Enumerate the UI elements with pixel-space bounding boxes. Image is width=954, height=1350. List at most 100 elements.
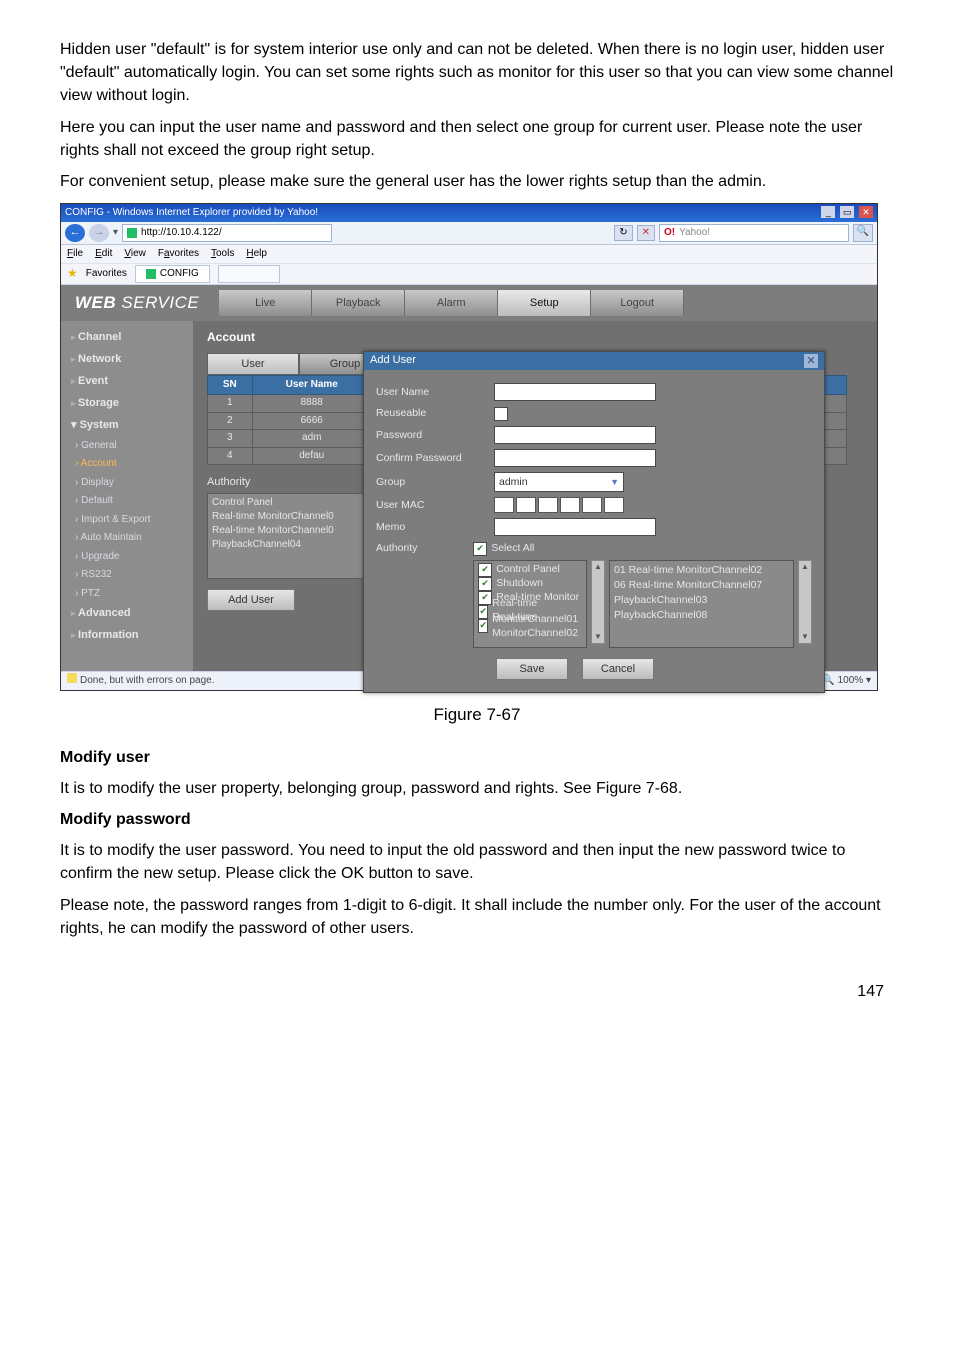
- content-panel: Account User Group SN User Name Group Na…: [193, 321, 877, 671]
- setup-sidebar: Channel Network Event Storage ▾ System ›…: [61, 321, 193, 671]
- menu-file[interactable]: File: [67, 247, 83, 262]
- menu-help[interactable]: Help: [246, 247, 267, 262]
- close-icon[interactable]: ✕: [859, 206, 873, 218]
- dialog-close-icon[interactable]: ✕: [804, 354, 818, 368]
- tab-label: CONFIG: [160, 267, 199, 282]
- save-button[interactable]: Save: [496, 658, 568, 680]
- sidebar-item-system[interactable]: ▾ System: [61, 415, 193, 437]
- input-memo[interactable]: [494, 518, 656, 536]
- refresh-icon[interactable]: ↻: [614, 225, 632, 242]
- nav-back-button[interactable]: ←: [65, 224, 85, 242]
- stop-icon[interactable]: ✕: [637, 225, 655, 242]
- nav-forward-button[interactable]: →: [89, 224, 109, 242]
- window-title: CONFIG - Windows Internet Explorer provi…: [65, 206, 819, 221]
- url-text: http://10.10.4.122/: [141, 226, 222, 241]
- new-tab-button[interactable]: [218, 265, 280, 283]
- subtab-user[interactable]: User: [207, 353, 299, 375]
- sidebar-item-information[interactable]: Information: [61, 625, 193, 647]
- sidebar-item-event[interactable]: Event: [61, 371, 193, 393]
- favorites-label[interactable]: Favorites: [86, 267, 127, 282]
- top-tab-playback[interactable]: Playback: [312, 290, 405, 316]
- window-controls: _ ▭ ✕: [819, 206, 873, 221]
- sidebar-item-network[interactable]: Network: [61, 349, 193, 371]
- sidebar-sub-general[interactable]: › General: [61, 437, 193, 456]
- add-user-button[interactable]: Add User: [207, 589, 295, 611]
- label-usermac: User MAC: [376, 498, 486, 513]
- label-username: User Name: [376, 385, 486, 400]
- sidebar-item-channel[interactable]: Channel: [61, 327, 193, 349]
- add-user-dialog: Add User ✕ User Name Reuseable: [363, 351, 825, 692]
- sidebar-sub-auto-maintain[interactable]: › Auto Maintain: [61, 529, 193, 548]
- sidebar-sub-upgrade[interactable]: › Upgrade: [61, 548, 193, 567]
- heading-modify-user: Modify user: [60, 746, 894, 769]
- left-scrollbar[interactable]: ▲▼: [591, 560, 605, 644]
- minimize-icon[interactable]: _: [821, 206, 835, 218]
- web-content: WEB SERVICE Live Playback Alarm Setup Lo…: [61, 285, 877, 671]
- right-scrollbar[interactable]: ▲▼: [798, 560, 812, 644]
- favorites-star-icon[interactable]: ★: [67, 265, 78, 282]
- sidebar-sub-display[interactable]: › Display: [61, 474, 193, 493]
- sidebar-sub-rs232[interactable]: › RS232: [61, 566, 193, 585]
- address-bar: ← → ▾ http://10.10.4.122/ ↻ ✕ O! Yahoo! …: [61, 222, 877, 245]
- sidebar-sub-account[interactable]: › Account: [61, 455, 193, 474]
- label-reuseable: Reuseable: [376, 406, 486, 421]
- sidebar-sub-ptz[interactable]: › PTZ: [61, 585, 193, 604]
- tab-favicon: [146, 269, 156, 279]
- th-username: User Name: [252, 375, 371, 395]
- authority-right-list[interactable]: 01 Real-time MonitorChannel02 06 Real-ti…: [609, 560, 794, 648]
- top-tab-alarm[interactable]: Alarm: [405, 290, 498, 316]
- menu-edit[interactable]: Edit: [95, 247, 112, 262]
- menu-view[interactable]: View: [124, 247, 146, 262]
- intro-paragraph-2: Here you can input the user name and pas…: [60, 116, 894, 162]
- th-sn: SN: [208, 375, 253, 395]
- top-tab-logout[interactable]: Logout: [591, 290, 684, 316]
- top-tab-live[interactable]: Live: [219, 290, 312, 316]
- maximize-icon[interactable]: ▭: [840, 206, 854, 218]
- sidebar-sub-import-export[interactable]: › Import & Export: [61, 511, 193, 530]
- warning-icon: [67, 673, 77, 683]
- panel-title: Account: [207, 329, 863, 346]
- favorites-bar: ★ Favorites CONFIG: [61, 264, 877, 285]
- paragraph-modify-password-1: It is to modify the user password. You n…: [60, 839, 894, 885]
- nav-dropdown-icon[interactable]: ▾: [113, 226, 118, 241]
- checkbox-select-all[interactable]: ✔: [473, 542, 487, 556]
- input-password[interactable]: [494, 426, 656, 444]
- top-tab-setup[interactable]: Setup: [498, 290, 591, 316]
- chevron-down-icon: ▼: [610, 476, 619, 489]
- figure-caption: Figure 7-67: [60, 703, 894, 728]
- status-text: Done, but with errors on page.: [80, 675, 215, 686]
- dialog-title: Add User: [370, 353, 416, 369]
- menu-favorites[interactable]: Favorites: [158, 247, 199, 262]
- sidebar-sub-default[interactable]: › Default: [61, 492, 193, 511]
- app-logo: WEB SERVICE: [75, 291, 199, 316]
- paragraph-modify-password-2: Please note, the password ranges from 1-…: [60, 894, 894, 940]
- site-icon: [127, 228, 137, 238]
- authority-left-list[interactable]: ✔Control Panel ✔Shutdown ✔Real-time Moni…: [473, 560, 587, 648]
- sidebar-item-storage[interactable]: Storage: [61, 393, 193, 415]
- search-go-button[interactable]: 🔍: [853, 224, 873, 242]
- browser-tab[interactable]: CONFIG: [135, 265, 210, 284]
- search-provider: Yahoo!: [679, 226, 710, 241]
- sidebar-item-advanced[interactable]: Advanced: [61, 603, 193, 625]
- heading-modify-password: Modify password: [60, 808, 894, 831]
- dialog-title-bar: Add User ✕: [364, 352, 824, 370]
- intro-paragraph-1: Hidden user "default" is for system inte…: [60, 38, 894, 108]
- label-memo: Memo: [376, 520, 486, 535]
- select-group[interactable]: admin ▼: [494, 472, 624, 492]
- search-brand-icon: O!: [664, 226, 675, 241]
- cancel-button[interactable]: Cancel: [582, 658, 654, 680]
- app-header: WEB SERVICE Live Playback Alarm Setup Lo…: [61, 285, 877, 321]
- label-select-all: Select All: [491, 541, 534, 556]
- zoom-control[interactable]: 🔍 100% ▾: [822, 674, 871, 689]
- select-group-value: admin: [499, 475, 528, 490]
- intro-paragraph-3: For convenient setup, please make sure t…: [60, 170, 894, 193]
- paragraph-modify-user: It is to modify the user property, belon…: [60, 777, 894, 800]
- checkbox-reuseable[interactable]: [494, 407, 508, 421]
- url-field[interactable]: http://10.10.4.122/: [122, 224, 332, 242]
- input-usermac[interactable]: [494, 497, 624, 513]
- screenshot-container: CONFIG - Windows Internet Explorer provi…: [60, 203, 878, 691]
- input-username[interactable]: [494, 383, 656, 401]
- input-confirm-password[interactable]: [494, 449, 656, 467]
- menu-tools[interactable]: Tools: [211, 247, 234, 262]
- search-field[interactable]: O! Yahoo!: [659, 224, 849, 242]
